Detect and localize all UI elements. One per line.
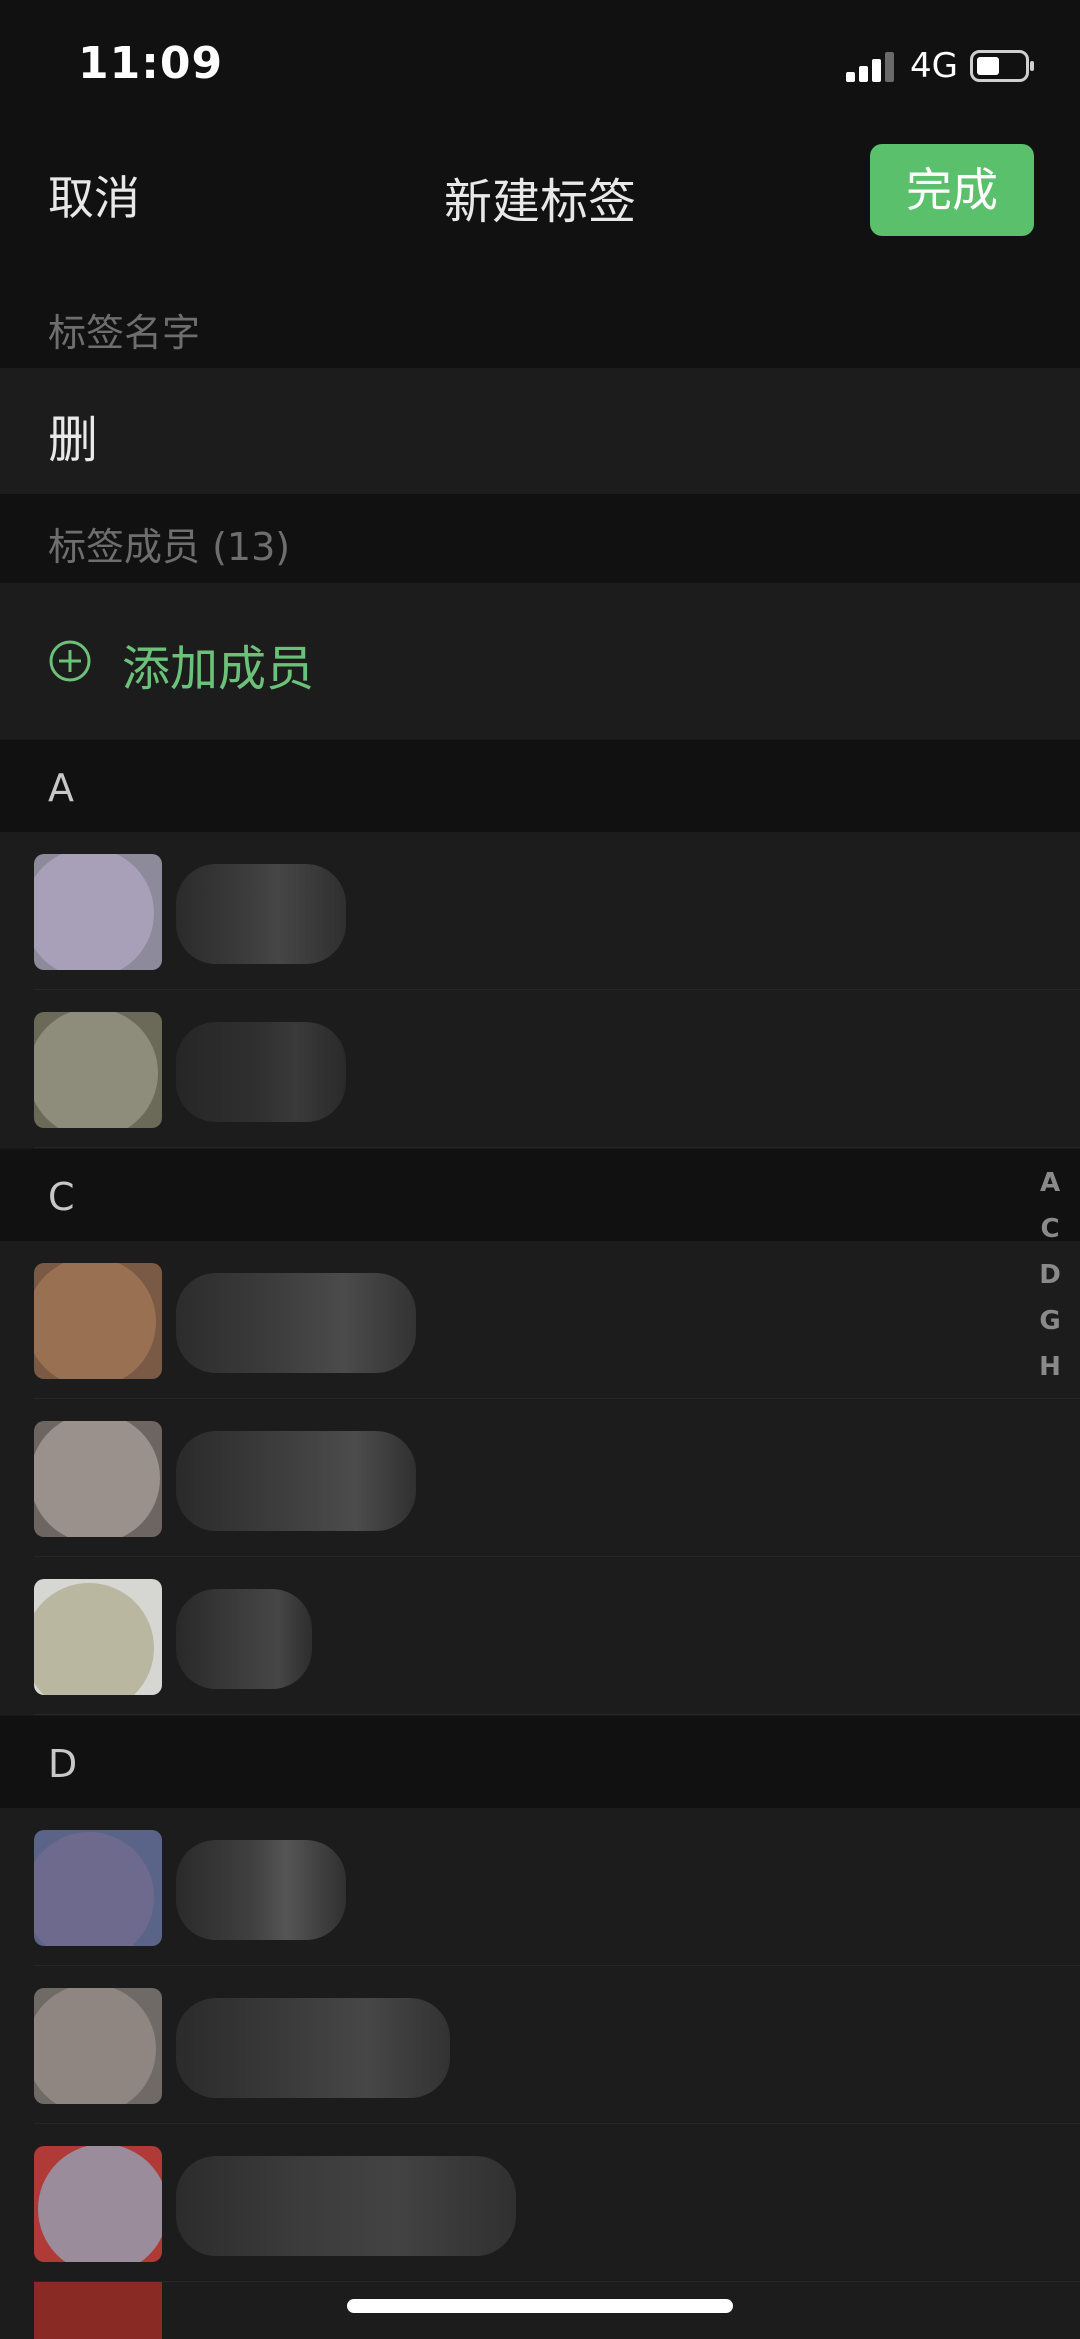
member-name-redacted	[176, 1998, 450, 2098]
battery-icon	[970, 50, 1034, 82]
index-letter-g[interactable]: G	[1030, 1298, 1070, 1344]
avatar	[34, 1421, 162, 1537]
avatar	[34, 2146, 162, 2262]
plus-circle-icon	[49, 640, 91, 682]
home-indicator[interactable]	[347, 2299, 733, 2313]
status-bar: 11:09 4G	[0, 0, 1080, 130]
signal-bars-icon	[846, 52, 894, 82]
group-header-c: C	[0, 1149, 1080, 1241]
member-name-redacted	[176, 1840, 346, 1940]
member-name-redacted	[176, 1589, 312, 1689]
avatar	[34, 854, 162, 970]
avatar	[34, 1263, 162, 1379]
avatar	[34, 1579, 162, 1695]
group-header-a: A	[0, 740, 1080, 832]
avatar	[34, 1830, 162, 1946]
tag-members-section: 标签成员 (13)	[0, 494, 1080, 583]
group-header-d: D	[0, 1716, 1080, 1808]
tag-name-section: 标签名字	[0, 262, 1080, 368]
tag-name-label: 标签名字	[48, 311, 201, 355]
network-type: 4G	[910, 46, 958, 86]
member-name-redacted	[176, 1022, 346, 1122]
add-member-button[interactable]: 添加成员	[0, 583, 1080, 739]
member-row[interactable]	[0, 1557, 1080, 1715]
member-name-redacted	[176, 2156, 516, 2256]
avatar	[34, 1012, 162, 1128]
add-member-label: 添加成员	[122, 641, 315, 697]
index-letter-h[interactable]: H	[1030, 1344, 1070, 1390]
index-letter-c[interactable]: C	[1030, 1206, 1070, 1252]
index-letter-d[interactable]: D	[1030, 1252, 1070, 1298]
member-row[interactable]	[0, 1966, 1080, 2124]
member-row[interactable]	[0, 832, 1080, 990]
member-row[interactable]	[0, 990, 1080, 1148]
group-letter: C	[48, 1175, 75, 1219]
member-row[interactable]	[0, 1808, 1080, 1966]
tag-name-value: 删	[48, 411, 98, 469]
done-button[interactable]: 完成	[870, 144, 1034, 236]
tag-members-label: 标签成员 (13)	[48, 525, 291, 569]
index-letter-a[interactable]: A	[1030, 1160, 1070, 1206]
status-time: 11:09	[78, 38, 224, 89]
avatar	[34, 1988, 162, 2104]
group-letter: A	[48, 766, 74, 810]
member-row[interactable]	[0, 2124, 1080, 2282]
member-row[interactable]	[0, 1241, 1080, 1399]
alphabet-index[interactable]: A C D G H	[1030, 1160, 1070, 1390]
avatar	[34, 2282, 162, 2339]
member-name-redacted	[176, 864, 346, 964]
group-letter: D	[48, 1742, 78, 1786]
member-name-redacted	[176, 1431, 416, 1531]
member-row[interactable]	[0, 1399, 1080, 1557]
member-name-redacted	[176, 1273, 416, 1373]
nav-bar: 取消 新建标签 完成	[0, 130, 1080, 262]
tag-name-field[interactable]: 删	[0, 368, 1080, 494]
